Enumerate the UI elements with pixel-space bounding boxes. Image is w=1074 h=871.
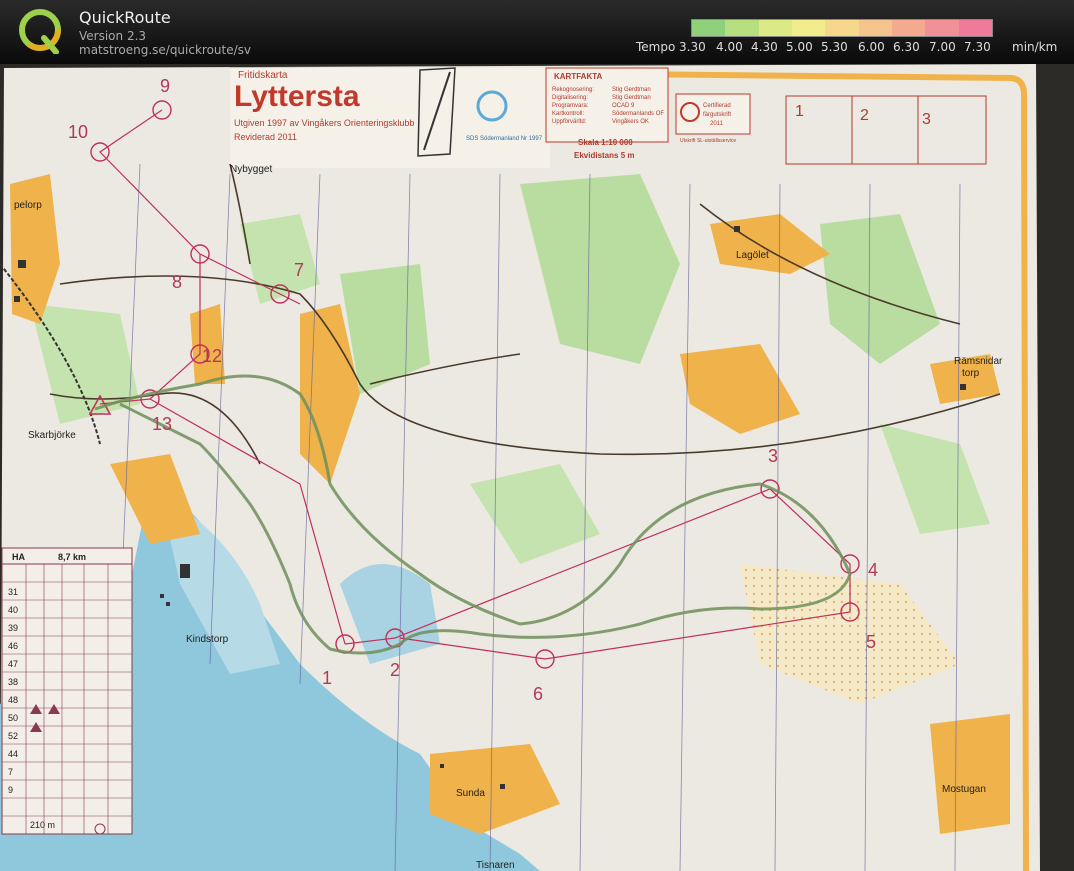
tempo-tick: 6.30 [893, 40, 920, 54]
place-name: Tisnaren [476, 860, 515, 871]
place-name: Mostugan [942, 784, 986, 795]
control-code: 50 [8, 713, 18, 723]
map-scale: Skala 1:10 000 [578, 138, 633, 147]
orienteering-map[interactable]: Fritidskarta Lyttersta Utgiven 1997 av V… [0, 64, 1074, 871]
quickroute-logo-icon [19, 9, 61, 54]
control-code: 44 [8, 749, 18, 759]
map-title: Lyttersta [234, 80, 360, 113]
control-code: 7 [8, 767, 13, 777]
place-name: Sunda [456, 788, 485, 799]
control-code: 31 [8, 587, 18, 597]
control-number: 4 [868, 560, 878, 580]
map-revised: Reviderad 2011 [234, 132, 297, 142]
place-name: Lagölet [736, 250, 769, 261]
app-url[interactable]: matstroeng.se/quickroute/sv [79, 43, 251, 57]
tempo-color-swatch [958, 20, 992, 36]
place-name: pelorp [14, 200, 42, 211]
tempo-color-swatch [891, 20, 926, 36]
tempo-tick: 5.00 [786, 40, 813, 54]
kartfakta-row: Programvara: [552, 103, 589, 109]
tempo-color-swatch [858, 20, 892, 36]
cert-text: Certifierad [703, 103, 731, 109]
control-number: 3 [768, 446, 778, 466]
kartfakta-row: Digitalisering: [552, 95, 588, 101]
tempo-tick: 4.30 [751, 40, 778, 54]
score-box-label: 3 [922, 111, 931, 128]
tempo-tick: 5.30 [821, 40, 848, 54]
control-number: 9 [160, 76, 170, 96]
cert-text: 2011 [710, 121, 724, 127]
control-code: 39 [8, 623, 18, 633]
tempo-tick: 7.00 [929, 40, 956, 54]
kartfakta-value: Södermanlands OF [612, 111, 664, 117]
kartfakta-title: KARTFAKTA [554, 72, 603, 81]
kartfakta-row: Rekognosering: [552, 87, 594, 93]
control-code: 52 [8, 731, 18, 741]
control-number: 6 [533, 684, 543, 704]
place-name: Skarbjörke [28, 430, 76, 441]
tempo-unit: min/km [1012, 40, 1058, 54]
place-name: torp [962, 368, 980, 379]
control-number: 12 [202, 346, 222, 366]
control-code: 9 [8, 785, 13, 795]
tempo-color-swatch [725, 20, 759, 36]
kartfakta-value: Stig Gerdtman [612, 95, 651, 101]
tempo-color-swatch [791, 20, 826, 36]
tempo-color-swatch [758, 20, 792, 36]
finish-distance: 210 m [30, 820, 55, 830]
tempo-label: Tempo [636, 40, 676, 54]
description-length: 8,7 km [58, 552, 86, 562]
tempo-color-swatch [825, 20, 859, 36]
kartfakta-value: OCAD 9 [612, 103, 635, 109]
tempo-color-scale [691, 19, 993, 37]
control-number: 13 [152, 414, 172, 434]
control-number: 1 [322, 668, 332, 688]
kartfakta-row: Uppförvärltd: [552, 119, 587, 125]
cert-subtext: Utskrift SL-utställsservice [680, 138, 736, 144]
score-box-label: 2 [860, 107, 869, 124]
control-number: 5 [866, 632, 876, 652]
tempo-tick: 7.30 [964, 40, 991, 54]
control-number: 7 [294, 260, 304, 280]
app-title: QuickRoute [79, 8, 171, 27]
app-header: QuickRoute Version 2.3 matstroeng.se/qui… [0, 0, 1074, 64]
place-name: Kindstorp [186, 634, 229, 645]
control-code: 47 [8, 659, 18, 669]
control-number: 10 [68, 122, 88, 142]
app-version: Version 2.3 [79, 29, 147, 43]
score-box-label: 1 [795, 103, 804, 120]
kartfakta-row: Kartkontroll: [552, 111, 584, 117]
tempo-tick: 6.00 [858, 40, 885, 54]
place-name: Nybygget [230, 164, 272, 175]
tempo-tick: 4.00 [716, 40, 743, 54]
map-publisher: Utgiven 1997 av Vingåkers Orienteringskl… [234, 118, 414, 128]
control-code: 48 [8, 695, 18, 705]
cert-text: färgutskrift [703, 112, 731, 118]
tempo-tick: 3.30 [679, 40, 706, 54]
club-logo-icon [417, 67, 456, 157]
tempo-color-swatch [925, 20, 959, 36]
place-name: Rämsnidar [954, 356, 1003, 367]
description-class: HA [12, 552, 25, 562]
kartfakta-value: Vingåkers OK [612, 118, 649, 125]
open-land [190, 304, 225, 384]
control-code: 38 [8, 677, 18, 687]
tempo-color-swatch [692, 20, 726, 36]
map-contour-interval: Ekvidistans 5 m [574, 151, 634, 160]
kartfakta-value: Stig Gerdtman [612, 87, 651, 93]
control-description-sheet [1, 547, 133, 835]
sds-number: SDS Södermanland Nr 1997 [466, 136, 543, 142]
control-number: 2 [390, 660, 400, 680]
control-number: 8 [172, 272, 182, 292]
open-land-mostugan [930, 714, 1010, 834]
control-code: 46 [8, 641, 18, 651]
control-code: 40 [8, 605, 18, 615]
